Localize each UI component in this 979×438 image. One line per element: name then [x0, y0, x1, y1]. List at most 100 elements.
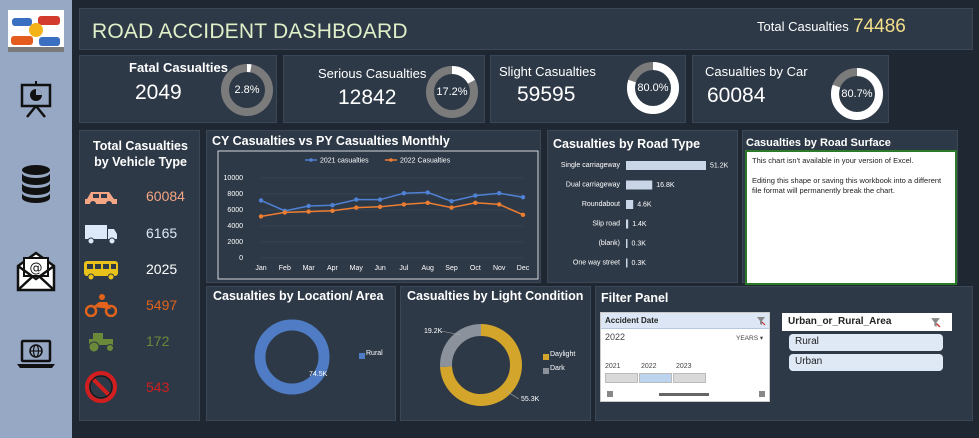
area-option-urban[interactable]: Urban	[789, 354, 943, 371]
x-tick-label: Jul	[399, 265, 408, 272]
bar[interactable]	[626, 219, 629, 229]
bar[interactable]	[626, 258, 628, 268]
bar[interactable]	[626, 161, 706, 170]
data-point[interactable]	[306, 209, 311, 214]
date-slicer[interactable]: Accident Date 2022 YEARS ▾ 2021 2022 202…	[600, 312, 770, 402]
accident-logo-icon[interactable]	[0, 10, 72, 52]
vehicle-row-tractor[interactable]: 172	[80, 327, 200, 357]
svg-text:@: @	[30, 261, 43, 276]
scroll-right-icon[interactable]	[759, 391, 765, 397]
vehicle-title-line2: by Vehicle Type	[94, 155, 187, 169]
presentation-icon[interactable]	[0, 80, 72, 118]
scroll-left-icon[interactable]	[607, 391, 613, 397]
database-icon[interactable]	[0, 164, 72, 204]
legend-swatch-daylight	[543, 354, 549, 360]
light-condition-title: Casualties by Light Condition	[407, 289, 584, 303]
placeholder-line1: This chart isn't available in your versi…	[752, 156, 914, 165]
data-point[interactable]	[473, 200, 478, 205]
vehicle-row-motorbike[interactable]: 5497	[80, 291, 200, 321]
location-donut-chart[interactable]: 74.5K	[247, 312, 337, 402]
data-point[interactable]	[520, 212, 526, 217]
light-donut-chart[interactable]: 55.3K 19.2K	[421, 315, 551, 415]
kpi-percent: 80.7%	[841, 88, 873, 100]
data-point[interactable]	[330, 203, 335, 208]
no-entry-icon	[85, 371, 117, 403]
bar-value-label: 4.6K	[637, 202, 652, 209]
timeline-bar-2022[interactable]	[639, 373, 672, 383]
bar-value-label: 0.3K	[632, 241, 647, 248]
data-point[interactable]	[258, 214, 264, 219]
monthly-chart-panel: CY Casualties vs PY Casualties Monthly 0…	[206, 130, 541, 283]
total-casualties-label: Total Casualties	[757, 19, 849, 34]
email-icon[interactable]: @	[0, 250, 72, 292]
kpi-percent: 2.8%	[234, 84, 260, 96]
area-slicer-title: Urban_or_Rural_Area	[788, 316, 892, 327]
vehicle-row-car[interactable]: 60084	[80, 183, 200, 213]
clear-filter-icon[interactable]	[756, 316, 766, 326]
timeline-scrollbar[interactable]	[659, 393, 709, 396]
bus-icon	[84, 261, 118, 281]
clear-filter-icon[interactable]	[930, 317, 941, 328]
date-period-dropdown[interactable]: YEARS ▾	[736, 334, 763, 342]
bar-category-label: One way street	[573, 260, 620, 267]
data-point[interactable]	[425, 200, 430, 205]
kpi-slight-card[interactable]: Slight Casualties 59595 80.0%	[490, 55, 686, 123]
x-tick-label: Mar	[303, 265, 316, 272]
timeline-bar-2021[interactable]	[605, 373, 638, 383]
data-point[interactable]	[282, 210, 288, 215]
data-point[interactable]	[473, 193, 478, 198]
vehicle-row-bus[interactable]: 2025	[80, 256, 200, 286]
vehicle-value: 60084	[146, 188, 185, 204]
bar[interactable]	[626, 239, 628, 248]
kpi-car-card[interactable]: Casualties by Car 60084 80.7%	[692, 55, 889, 123]
slice-rural[interactable]	[254, 319, 330, 395]
area-slicer-header: Urban_or_Rural_Area	[782, 313, 952, 331]
vehicle-row-truck[interactable]: 6165	[80, 220, 200, 250]
timeline-bar-2023[interactable]	[673, 373, 706, 383]
timeline-year: 2021	[605, 363, 621, 370]
data-point[interactable]	[354, 197, 359, 202]
bar[interactable]	[626, 200, 634, 209]
donut-slice[interactable]	[440, 324, 482, 367]
vehicle-row-other[interactable]: 543	[80, 371, 200, 403]
series-line[interactable]	[260, 191, 524, 212]
kpi-label: Slight Casualties	[499, 64, 596, 79]
data-point[interactable]	[449, 205, 454, 210]
kpi-serious-card[interactable]: Serious Casualties 12842 17.2%	[283, 55, 485, 123]
laptop-globe-icon[interactable]	[0, 338, 72, 370]
data-point[interactable]	[496, 202, 502, 207]
vehicle-panel-title: Total Casualties by Vehicle Type	[80, 138, 201, 170]
data-point[interactable]	[520, 195, 526, 200]
data-point[interactable]	[496, 191, 502, 196]
tractor-icon	[88, 333, 114, 353]
kpi-fatal-card[interactable]: Fatal Casualties 2049 2.8%	[79, 55, 277, 123]
y-tick-label: 6000	[227, 207, 243, 214]
data-point[interactable]	[401, 202, 407, 207]
road-type-bar-chart[interactable]: Single carriageway 51.2K Dual carriageway 1…	[548, 155, 739, 281]
slice-label: 19.2K	[424, 328, 443, 335]
filter-panel-title: Filter Panel	[601, 291, 669, 305]
bar[interactable]	[626, 180, 653, 190]
legend-label-dark: Dark	[550, 365, 565, 372]
y-tick-label: 0	[239, 255, 243, 262]
monthly-line-chart[interactable]: 0 2000 4000 6000 8000 10000 Jan Feb Mar Apr May Jun…	[217, 150, 539, 280]
x-tick-label: Jan	[255, 265, 266, 272]
data-point[interactable]	[330, 208, 335, 213]
data-point[interactable]	[425, 190, 430, 195]
data-point[interactable]	[354, 205, 359, 210]
area-option-rural[interactable]: Rural	[789, 334, 943, 351]
data-point[interactable]	[449, 199, 454, 204]
data-point[interactable]	[258, 198, 264, 203]
x-tick-label: Sep	[445, 265, 458, 272]
data-point[interactable]	[377, 197, 383, 202]
x-tick-label: Nov	[493, 265, 506, 272]
kpi-value: 12842	[338, 86, 397, 109]
filter-panel: Filter Panel Accident Date 2022 YEARS ▾ …	[595, 286, 973, 421]
series-line[interactable]	[260, 202, 524, 218]
unsupported-chart-placeholder[interactable]: This chart isn't available in your versi…	[745, 150, 957, 285]
bar-category-label: Single carriageway	[561, 162, 621, 169]
page-title: ROAD ACCIDENT DASHBOARD	[92, 20, 408, 43]
data-point[interactable]	[401, 191, 407, 196]
data-point[interactable]	[377, 204, 383, 209]
data-point[interactable]	[306, 203, 311, 209]
